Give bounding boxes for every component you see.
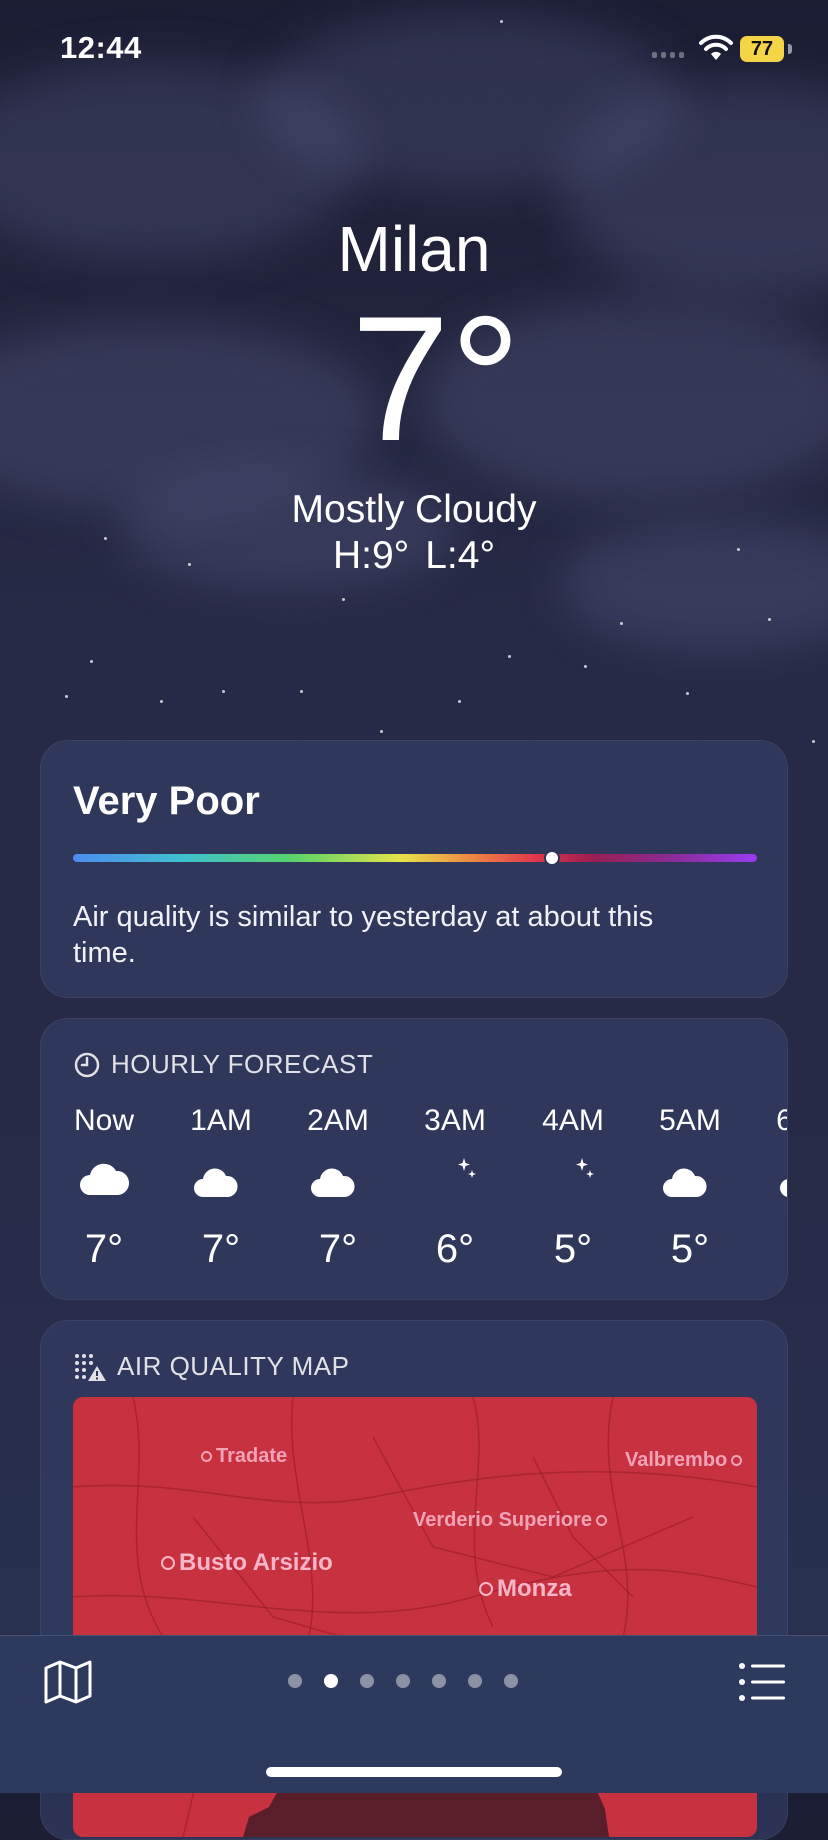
low-temperature: L:4° xyxy=(425,534,496,577)
air-quality-description: Air quality is similar to yesterday at a… xyxy=(73,901,654,969)
clock-icon xyxy=(74,1052,100,1077)
hour-temperature: 5° xyxy=(670,1227,710,1271)
location-arrow-dot[interactable] xyxy=(288,1674,302,1688)
hour-temperature: 7° xyxy=(318,1227,358,1271)
weather-condition: Mostly Cloudy xyxy=(291,488,537,531)
hour-item: 1AM 7° xyxy=(171,1101,271,1272)
hour-temperature: 7° xyxy=(84,1227,124,1271)
cloud-moon-icon xyxy=(288,1141,388,1217)
hour-time: 1AM xyxy=(190,1104,252,1137)
map-pin-icon xyxy=(161,1556,175,1570)
list-icon[interactable] xyxy=(738,1662,786,1702)
cloud-icon xyxy=(54,1141,154,1217)
air-quality-level: Very Poor xyxy=(73,779,260,823)
map-pin-icon xyxy=(479,1582,493,1596)
status-time: 12:44 xyxy=(60,30,142,65)
hour-item: 4AM 5° xyxy=(523,1101,623,1272)
current-temperature: 7° xyxy=(350,279,522,478)
cellular-signal-icon xyxy=(652,52,684,58)
hourly-forecast-title: HOURLY FORECAST xyxy=(111,1049,374,1079)
hour-temperature: 5° xyxy=(553,1227,593,1271)
air-quality-map-header: AIR QUALITY MAP xyxy=(73,1351,349,1382)
map-pin-icon xyxy=(201,1451,212,1462)
page-dot[interactable] xyxy=(468,1674,482,1688)
map-pin-icon xyxy=(595,1515,607,1526)
moon-stars-icon xyxy=(523,1141,623,1217)
air-quality-map-icon xyxy=(75,1353,106,1381)
home-indicator[interactable] xyxy=(266,1767,562,1777)
cloud-moon-icon xyxy=(171,1141,271,1217)
hourly-forecast-card[interactable]: HOURLY FORECAST Now 7° 1AM 7° 2AM 7° 3AM 6° 4AM 5… xyxy=(40,1018,788,1300)
page-indicator[interactable] xyxy=(288,1674,518,1688)
wifi-icon xyxy=(699,34,733,60)
air-quality-card[interactable]: Very Poor Air quality is similar to yest… xyxy=(40,740,788,998)
hour-time: 2AM xyxy=(307,1104,369,1137)
hourly-forecast-header: HOURLY FORECAST xyxy=(73,1049,373,1080)
hour-item: 2AM 7° xyxy=(288,1101,388,1272)
moon-stars-icon xyxy=(405,1141,505,1217)
battery-cap xyxy=(788,44,792,54)
air-quality-scale xyxy=(73,850,757,866)
page-dot[interactable] xyxy=(432,1674,446,1688)
hour-temperature: 6° xyxy=(435,1227,475,1271)
hourly-forecast-list[interactable]: Now 7° 1AM 7° 2AM 7° 3AM 6° 4AM 5° 5AM 5° 6AM 5° xyxy=(41,1101,787,1281)
hour-item: 5AM 5° xyxy=(640,1101,740,1272)
page-dot[interactable] xyxy=(396,1674,410,1688)
battery-indicator: 77 xyxy=(740,36,784,62)
map-icon[interactable] xyxy=(44,1660,92,1704)
page-dot[interactable] xyxy=(504,1674,518,1688)
hour-time: 5AM xyxy=(659,1104,721,1137)
hour-time: 3AM xyxy=(424,1104,486,1137)
map-place-valbrembo[interactable]: Valbrembo xyxy=(625,1449,743,1472)
hour-temperature: 7° xyxy=(201,1227,241,1271)
hour-item: 3AM 6° xyxy=(405,1101,505,1272)
air-quality-map-title: AIR QUALITY MAP xyxy=(117,1351,350,1381)
high-temperature: H:9° xyxy=(332,534,410,577)
hour-time: Now xyxy=(73,1104,134,1137)
map-place-busto-arsizio[interactable]: Busto Arsizio xyxy=(161,1549,333,1577)
hour-item: Now 7° xyxy=(54,1101,154,1272)
city-name: Milan xyxy=(337,213,491,285)
high-low-temperature: H:9° L:4° xyxy=(0,534,828,578)
hour-time: 4AM xyxy=(542,1104,604,1137)
hour-temperature: 5° xyxy=(757,1227,787,1272)
cloud-moon-icon xyxy=(757,1141,787,1217)
hour-item: 6AM 5° xyxy=(757,1101,787,1272)
hour-time: 6AM xyxy=(757,1101,787,1141)
air-quality-marker xyxy=(543,850,560,866)
cloud-moon-icon xyxy=(640,1141,740,1217)
page-dot[interactable] xyxy=(360,1674,374,1688)
map-pin-icon xyxy=(731,1455,743,1466)
map-place-tradate[interactable]: Tradate xyxy=(201,1445,287,1468)
map-place-verderio-superiore[interactable]: Verderio Superiore xyxy=(413,1509,607,1532)
map-place-monza[interactable]: Monza xyxy=(479,1575,572,1603)
page-dot[interactable] xyxy=(324,1674,338,1688)
